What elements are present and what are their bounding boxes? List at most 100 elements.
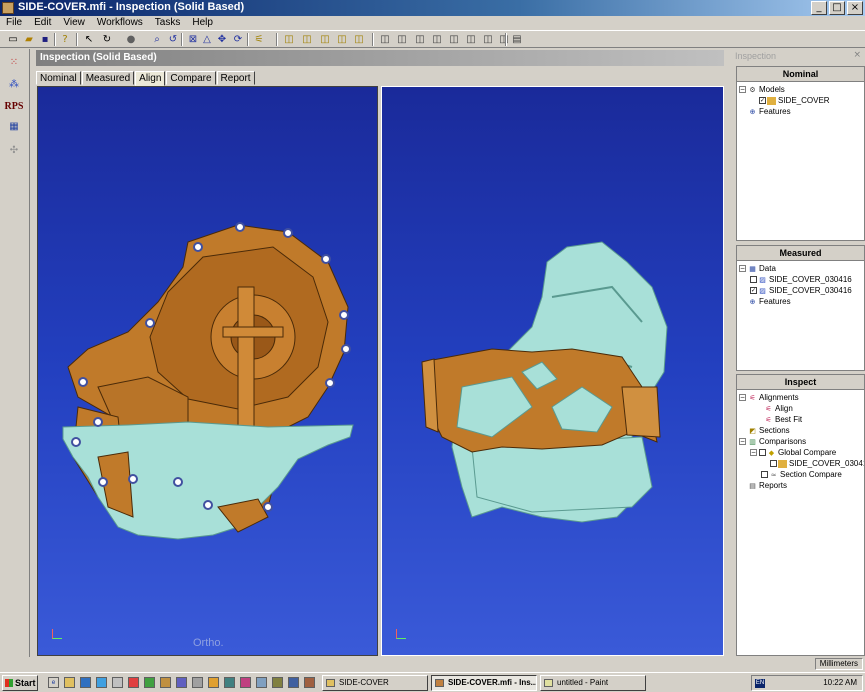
view-cube-right-icon[interactable]: ◫ [352, 33, 366, 46]
open-icon[interactable]: ▰ [22, 33, 36, 46]
tree-item-global-compare[interactable]: − ◆ Global Compare [737, 447, 864, 458]
quicklaunch-icon-14[interactable] [256, 677, 267, 688]
tree-item-sections[interactable]: ◩ Sections [737, 425, 864, 436]
view-wire-6-icon[interactable]: ◫ [464, 33, 478, 46]
view-wire-7-icon[interactable]: ◫ [481, 33, 495, 46]
checkbox-unchecked-icon[interactable] [750, 276, 757, 284]
tab-align[interactable]: Align [135, 71, 166, 86]
view-wire-5-icon[interactable]: ◫ [447, 33, 461, 46]
align-tool-icon[interactable]: ⚟ [252, 33, 266, 46]
quicklaunch-icon-15[interactable] [272, 677, 283, 688]
quicklaunch-icon-11[interactable] [208, 677, 219, 688]
tree-item-models[interactable]: − ⚙ Models [737, 84, 864, 95]
tree-item-data[interactable]: − ▦ Data [737, 263, 864, 274]
tab-nominal[interactable]: Nominal [36, 71, 81, 85]
quicklaunch-icon-8[interactable] [160, 677, 171, 688]
maximize-icon[interactable]: □ [829, 1, 845, 15]
quicklaunch-icon-10[interactable] [192, 677, 203, 688]
task-button-inspection[interactable]: SIDE-COVER.mfi - Ins... [431, 675, 537, 691]
tab-compare[interactable]: Compare [166, 71, 216, 85]
view-cube-iso-icon[interactable]: ◫ [282, 33, 296, 46]
tree-item-section-compare[interactable]: ≈ Section Compare [737, 469, 864, 480]
checkbox-checked-icon[interactable]: ✓ [750, 287, 757, 295]
shading-icon[interactable]: ● [124, 33, 138, 46]
start-button[interactable]: Start [2, 675, 38, 691]
expand-icon[interactable]: − [739, 394, 746, 402]
quicklaunch-icon-13[interactable] [240, 677, 251, 688]
tree-item-nominal-features[interactable]: ⊕ Features [737, 106, 864, 117]
right-3d-viewport[interactable] [381, 86, 724, 656]
close-icon[interactable]: × [853, 50, 861, 60]
view-wire-2-icon[interactable]: ◫ [395, 33, 409, 46]
view-wire-4-icon[interactable]: ◫ [430, 33, 444, 46]
close-icon[interactable]: × [847, 1, 863, 15]
checkbox-unchecked-icon[interactable] [770, 460, 777, 468]
select-arrow-icon[interactable]: ↖ [82, 33, 96, 46]
bestfit-tool-icon[interactable]: ▦ [3, 117, 25, 137]
disabled-tool-icon[interactable]: ✣ [3, 141, 25, 161]
tree-item-best-fit[interactable]: ⚟ Best Fit [737, 414, 864, 425]
language-indicator[interactable]: EN [755, 679, 765, 688]
folder-icon[interactable] [64, 677, 75, 688]
tree-item-align[interactable]: ⚟ Align [737, 403, 864, 414]
checkbox-unchecked-icon[interactable] [759, 449, 766, 457]
tree-item-comparisons[interactable]: − ▥ Comparisons [737, 436, 864, 447]
quicklaunch-icon-4[interactable] [96, 677, 107, 688]
expand-icon[interactable]: − [739, 438, 746, 446]
rps-button[interactable]: RPS [3, 97, 25, 117]
quicklaunch-icon-6[interactable] [128, 677, 139, 688]
quicklaunch-icon-16[interactable] [288, 677, 299, 688]
view-cube-front-icon[interactable]: ◫ [300, 33, 314, 46]
tree-item-side-cover[interactable]: ✓ SIDE_COVER [737, 95, 864, 106]
tree-item-scan-2[interactable]: ✓ ▨ SIDE_COVER_030416 [737, 285, 864, 296]
menu-view[interactable]: View [57, 16, 91, 30]
quicklaunch-icon-5[interactable] [112, 677, 123, 688]
menu-workflows[interactable]: Workflows [91, 16, 149, 30]
print-icon[interactable]: ▤ [510, 33, 524, 46]
tree-item-scan-1[interactable]: ▨ SIDE_COVER_030416 [737, 274, 864, 285]
quicklaunch-icon-3[interactable] [80, 677, 91, 688]
expand-icon[interactable]: − [739, 86, 746, 94]
menu-help[interactable]: Help [186, 16, 219, 30]
expand-icon[interactable]: − [750, 449, 757, 457]
help-icon[interactable]: ? [58, 33, 72, 46]
quicklaunch-icon-12[interactable] [224, 677, 235, 688]
pan-icon[interactable]: ✥ [215, 33, 229, 46]
spin-icon[interactable]: ⟳ [231, 33, 245, 46]
rotate-icon[interactable]: △ [200, 33, 214, 46]
view-wire-1-icon[interactable]: ◫ [378, 33, 392, 46]
view-wire-8-icon[interactable]: ◫ [497, 33, 511, 46]
menu-tasks[interactable]: Tasks [149, 16, 187, 30]
tree-item-measured-features[interactable]: ⊕ Features [737, 296, 864, 307]
fit-icon[interactable]: ⊠ [186, 33, 200, 46]
view-rotate-icon[interactable]: ↻ [100, 33, 114, 46]
quicklaunch-icon-17[interactable] [304, 677, 315, 688]
view-cube-back-icon[interactable]: ◫ [318, 33, 332, 46]
minimize-icon[interactable]: _ [811, 1, 827, 15]
task-button-paint[interactable]: untitled - Paint [540, 675, 646, 691]
view-wire-3-icon[interactable]: ◫ [413, 33, 427, 46]
refresh-icon[interactable]: ↺ [166, 33, 180, 46]
points-tool-icon[interactable]: ⁙ [3, 53, 25, 73]
left-3d-viewport[interactable]: Ortho. [37, 86, 378, 656]
task-button-side-cover-folder[interactable]: SIDE-COVER [322, 675, 428, 691]
checkbox-unchecked-icon[interactable] [761, 471, 768, 479]
expand-icon[interactable]: − [739, 265, 746, 273]
menu-file[interactable]: File [0, 16, 28, 30]
tree-item-reports[interactable]: ▤ Reports [737, 480, 864, 491]
new-icon[interactable]: ▭ [6, 33, 20, 46]
menu-edit[interactable]: Edit [28, 16, 57, 30]
models-icon: ⚙ [749, 85, 756, 94]
tab-measured[interactable]: Measured [81, 71, 135, 85]
ie-icon[interactable]: e [48, 677, 59, 688]
view-cube-left-icon[interactable]: ◫ [335, 33, 349, 46]
quicklaunch-icon-7[interactable] [144, 677, 155, 688]
zoom-icon[interactable]: ⌕ [150, 33, 164, 46]
quicklaunch-icon-9[interactable] [176, 677, 187, 688]
tab-report[interactable]: Report [216, 71, 255, 85]
align-points-icon[interactable]: ⁂ [3, 75, 25, 95]
tree-item-alignments[interactable]: − ⚟ Alignments [737, 392, 864, 403]
checkbox-checked-icon[interactable]: ✓ [759, 97, 766, 105]
save-icon[interactable]: ▪ [38, 33, 52, 46]
tree-item-compare-result[interactable]: SIDE_COVER_030416 [737, 458, 864, 469]
